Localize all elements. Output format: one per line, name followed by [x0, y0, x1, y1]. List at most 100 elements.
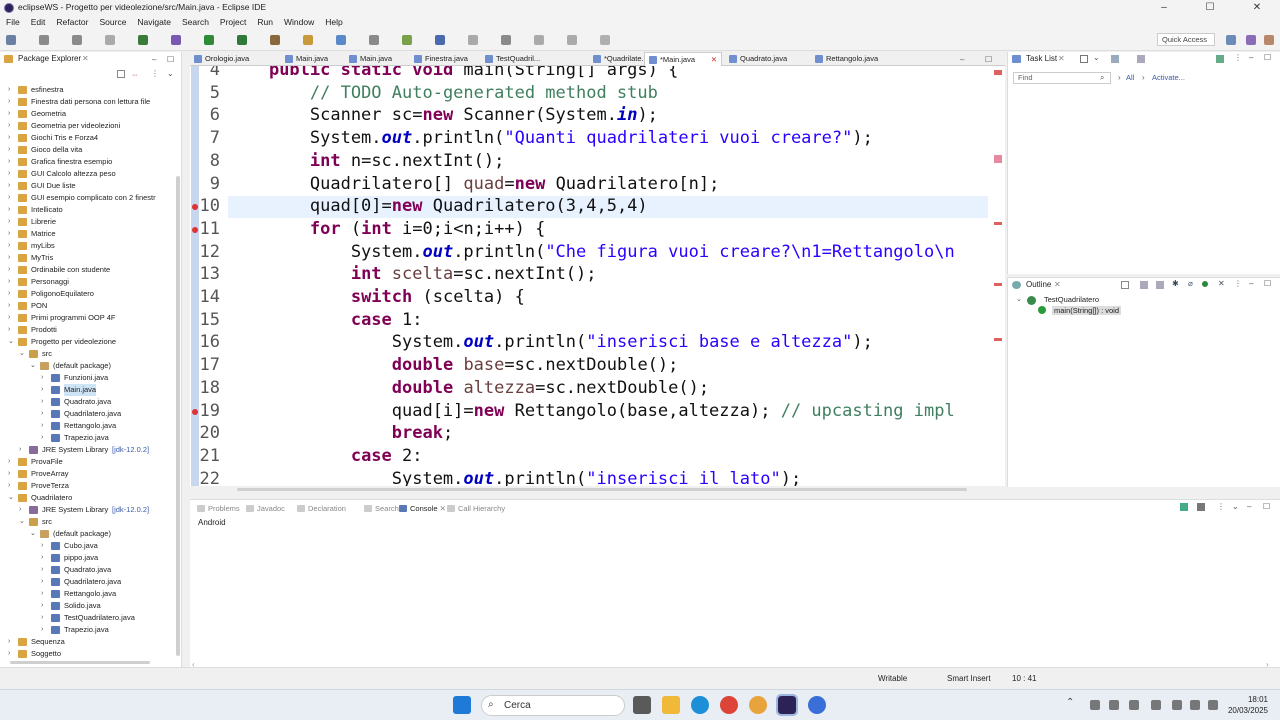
menu-run[interactable]: Run — [257, 15, 273, 29]
minimize-view-icon[interactable]: – — [152, 55, 156, 64]
tree-item[interactable]: › PoligonoEquilatero — [0, 288, 180, 300]
chevron-right-icon[interactable]: › — [8, 192, 16, 204]
chevron-right-icon[interactable]: › — [8, 456, 16, 468]
code-line[interactable]: case 2: — [228, 446, 423, 466]
run-icon[interactable] — [237, 35, 247, 45]
editor-tab[interactable]: TestQuadril... — [481, 52, 581, 66]
save-all-icon[interactable] — [72, 35, 82, 45]
print-icon[interactable] — [105, 35, 115, 45]
system-tray-icon[interactable] — [1129, 700, 1139, 710]
chevron-right-icon[interactable]: › — [19, 504, 27, 516]
sort-icon[interactable] — [1140, 281, 1148, 289]
tree-item[interactable]: › myLibs — [0, 240, 180, 252]
collapse-all-icon[interactable] — [117, 70, 125, 78]
chevron-right-icon[interactable]: › — [8, 228, 16, 240]
editor-tab[interactable]: *Quadrilate... — [589, 52, 648, 66]
error-marker-icon[interactable] — [192, 408, 198, 415]
console-tab-declaration[interactable]: Declaration — [294, 502, 346, 515]
tree-item[interactable]: › Geometria per videolezioni — [0, 120, 180, 132]
tree-item[interactable]: › Primi programmi OOP 4F — [0, 312, 180, 324]
tree-item[interactable]: › Prodotti — [0, 324, 180, 336]
editor-tab[interactable]: Main.java — [281, 52, 341, 66]
close-window-button[interactable]: ✕ — [1234, 0, 1280, 15]
editor-tab[interactable]: Orologio.java — [190, 52, 278, 66]
chevron-right-icon[interactable]: › — [41, 384, 49, 396]
chevron-right-icon[interactable]: › — [8, 324, 16, 336]
view-menu-icon[interactable]: ⋮ — [1217, 502, 1225, 511]
code-line[interactable]: // TODO Auto-generated method stub — [228, 83, 658, 103]
menu-edit[interactable]: Edit — [31, 15, 46, 29]
code-line[interactable]: Quadrilatero[] quad=new Quadrilatero[n]; — [228, 174, 719, 194]
minimize-button[interactable]: – — [1141, 0, 1187, 15]
minimize-editor-icon[interactable]: – — [960, 55, 964, 64]
tree-item[interactable]: › Giochi Tris e Forza4 — [0, 132, 180, 144]
chevron-down-icon[interactable]: ⌄ — [19, 516, 27, 528]
tree-item[interactable]: ⌄ src — [0, 516, 180, 528]
code-line[interactable]: double base=sc.nextDouble(); — [228, 355, 679, 375]
tree-item[interactable]: › GUI Due liste — [0, 180, 180, 192]
menu-source[interactable]: Source — [99, 15, 126, 29]
chevron-down-icon[interactable]: ⌄ — [1232, 502, 1239, 511]
chevron-right-icon[interactable]: › — [19, 444, 27, 456]
code-line[interactable]: switch (scelta) { — [228, 287, 525, 307]
package-explorer-tab[interactable]: Package Explorer ✕ — [0, 52, 100, 66]
maximize-editor-icon[interactable]: ☐ — [985, 55, 992, 64]
filter-icon[interactable] — [1111, 55, 1119, 63]
tree-item[interactable]: ⌄ src — [0, 348, 180, 360]
new-icon[interactable] — [6, 35, 16, 45]
eclipse-taskbar-icon[interactable] — [776, 694, 798, 716]
editor-tab[interactable]: *Main.java ✕ — [644, 52, 722, 66]
tree-item[interactable]: › GUI esempio complicato con 2 finestr — [0, 192, 180, 204]
error-marker-icon[interactable] — [192, 226, 198, 233]
taskbar-clock[interactable]: 18:01 20/03/2025 — [1228, 694, 1268, 716]
microphone-icon[interactable] — [1151, 700, 1161, 710]
vertical-scrollbar[interactable] — [176, 176, 180, 656]
run-ext-icon[interactable] — [270, 35, 280, 45]
code-editor[interactable]: 4 public static void main(String[] args)… — [190, 66, 1005, 486]
chrome-profile-icon[interactable] — [749, 696, 767, 714]
menu-window[interactable]: Window — [284, 15, 314, 29]
chevron-down-icon[interactable]: ⌄ — [8, 492, 16, 504]
tree-item[interactable]: › Cubo.java — [0, 540, 180, 552]
outline-method-item[interactable]: main(String[]) : void — [1052, 306, 1122, 315]
menu-search[interactable]: Search — [182, 15, 209, 29]
wifi-icon[interactable] — [1172, 700, 1182, 710]
chevron-right-icon[interactable]: › — [8, 300, 16, 312]
code-line[interactable]: int scelta=sc.nextInt(); — [228, 264, 597, 284]
tree-item[interactable]: › Intellicato — [0, 204, 180, 216]
code-line[interactable]: break; — [228, 423, 453, 443]
tree-item[interactable]: › JRE System Library [jdk-12.0.2] — [0, 444, 180, 456]
battery-icon[interactable] — [1208, 700, 1218, 710]
maximize-view-icon[interactable]: ☐ — [1263, 502, 1270, 511]
build-icon[interactable] — [138, 35, 148, 45]
code-line[interactable]: int n=sc.nextInt(); — [228, 151, 504, 171]
code-line[interactable]: quad[i]=new Rettangolo(base,altezza); //… — [228, 401, 955, 421]
collapse-all-icon[interactable] — [1121, 281, 1129, 289]
maximize-view-icon[interactable]: ☐ — [167, 55, 174, 64]
chevron-right-icon[interactable]: › — [8, 132, 16, 144]
editor-tab[interactable]: Main.java — [345, 52, 407, 66]
tree-item[interactable]: › Rettangolo.java — [0, 420, 180, 432]
link-editor-icon[interactable]: ⇔ — [131, 70, 139, 79]
menu-refactor[interactable]: Refactor — [56, 15, 88, 29]
menu-project[interactable]: Project — [220, 15, 246, 29]
chevron-down-icon[interactable]: ⌄ — [30, 360, 38, 372]
close-icon[interactable]: ✕ — [711, 53, 717, 67]
code-line[interactable]: quad[0]=new Quadrilatero(3,4,5,4) — [228, 196, 648, 216]
task-list-tab[interactable]: Task List ✕ — [1008, 52, 1073, 66]
chevron-down-icon[interactable]: ⌄ — [167, 69, 174, 78]
tree-item[interactable]: › Librerie — [0, 216, 180, 228]
tree-item[interactable]: › esfinestra — [0, 84, 180, 96]
back-icon[interactable] — [435, 35, 445, 45]
chevron-right-icon[interactable]: › — [8, 288, 16, 300]
chevron-right-icon[interactable]: › — [41, 432, 49, 444]
chevron-down-icon[interactable]: ⌄ — [1016, 295, 1022, 303]
tree-item[interactable]: › Trapezio.java — [0, 432, 180, 444]
chevron-down-icon[interactable]: ⌄ — [30, 528, 38, 540]
chevron-right-icon[interactable]: › — [8, 120, 16, 132]
chrome-icon[interactable] — [720, 696, 738, 714]
quick-access-input[interactable]: Quick Access — [1157, 33, 1215, 46]
code-line[interactable]: for (int i=0;i<n;i++) { — [228, 219, 545, 239]
tree-item[interactable]: › MyTris — [0, 252, 180, 264]
terminal-icon[interactable] — [171, 35, 181, 45]
